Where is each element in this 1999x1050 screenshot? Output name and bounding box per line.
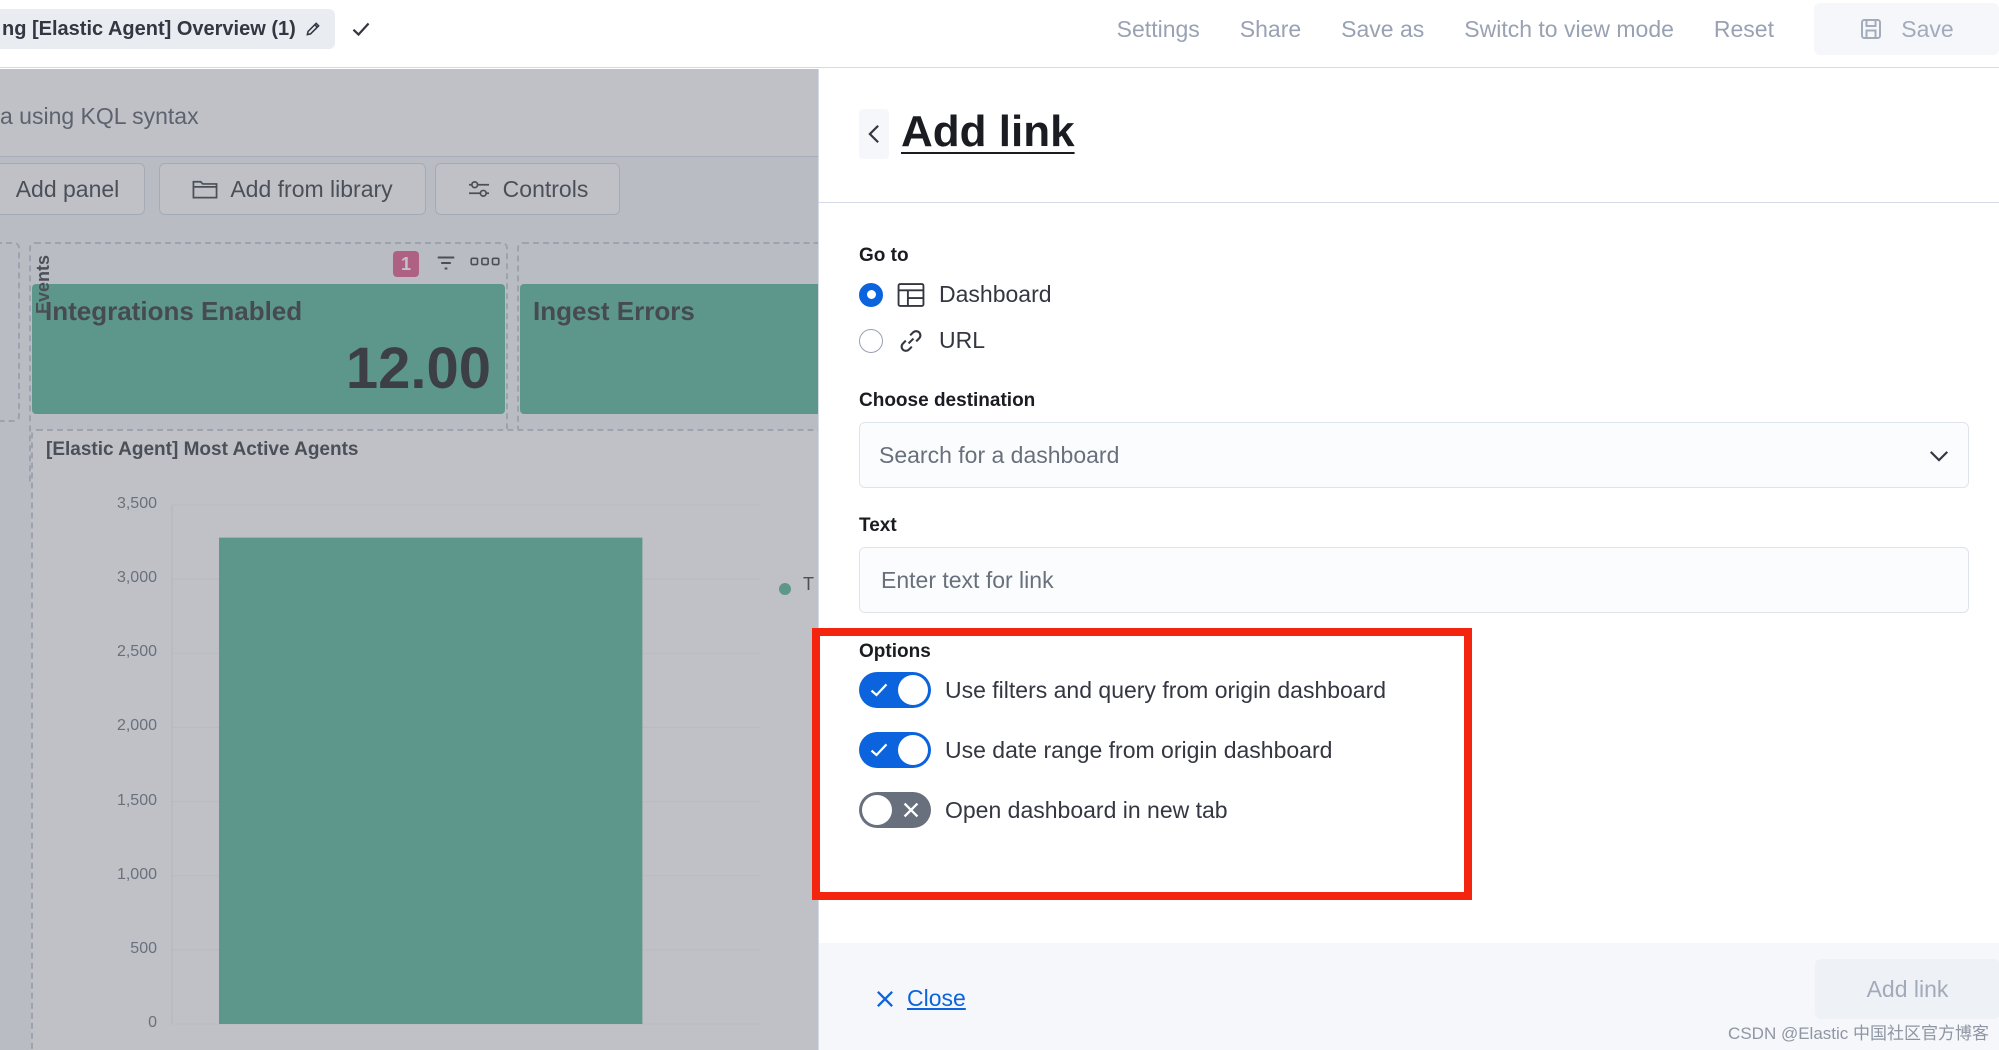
radio-label: Dashboard	[939, 281, 1052, 307]
top-nav-bar: ng [Elastic Agent] Overview (1) Settings…	[0, 0, 1999, 68]
save-button[interactable]: Save	[1814, 3, 1999, 55]
options-label: Options	[859, 641, 931, 662]
link-icon	[900, 329, 922, 352]
save-as-link[interactable]: Save as	[1341, 16, 1424, 43]
watermark: CSDN @Elastic 中国社区官方博客	[1728, 1024, 1989, 1043]
flyout-title: Add link	[901, 107, 1075, 156]
check-icon	[870, 683, 888, 697]
toggle-use-filters[interactable]: Use filters and query from origin dashbo…	[859, 672, 1386, 708]
toggle-open-new-tab[interactable]: Open dashboard in new tab	[859, 792, 1228, 828]
switch-off[interactable]	[859, 792, 931, 828]
legend-label: T	[803, 574, 814, 594]
radio-url[interactable]: URL	[859, 327, 985, 354]
switch-knob	[898, 675, 928, 705]
add-link-flyout: Add link Go to Dashboard URL Choose dest…	[818, 69, 1999, 1050]
radio-label: URL	[939, 327, 986, 353]
dashboard-title: ng [Elastic Agent] Overview (1)	[2, 17, 296, 40]
switch-on[interactable]	[859, 672, 931, 708]
dashboard-title-pill[interactable]: ng [Elastic Agent] Overview (1)	[0, 9, 335, 49]
bar[interactable]	[219, 537, 643, 1024]
save-icon	[1861, 19, 1882, 39]
back-button[interactable]	[859, 109, 889, 159]
toggle-label: Open dashboard in new tab	[945, 796, 1228, 823]
link-text-field[interactable]	[859, 547, 1969, 613]
add-link-button[interactable]: Add link	[1815, 959, 1999, 1019]
chevron-down-icon[interactable]	[1928, 445, 1950, 467]
toggle-label: Use filters and query from origin dashbo…	[945, 676, 1387, 703]
close-button[interactable]: Close	[875, 985, 966, 1012]
switch-knob	[862, 795, 892, 825]
legend-swatch	[779, 583, 791, 595]
flyout-header: Add link	[819, 69, 1999, 203]
close-label: Close	[907, 985, 966, 1011]
go-to-label: Go to	[859, 245, 909, 266]
choose-destination-label: Choose destination	[859, 390, 1036, 411]
toggle-use-date-range[interactable]: Use date range from origin dashboard	[859, 732, 1332, 768]
save-button-label: Save	[1901, 15, 1954, 42]
radio-dashboard[interactable]: Dashboard	[859, 281, 1052, 308]
add-link-label: Add link	[1866, 975, 1949, 1002]
share-link[interactable]: Share	[1240, 16, 1301, 43]
text-label: Text	[859, 515, 897, 536]
chart-plot	[171, 504, 760, 1025]
close-icon	[877, 990, 893, 1007]
chevron-left-icon	[868, 124, 879, 144]
settings-link[interactable]: Settings	[1117, 16, 1200, 43]
radio-button[interactable]	[859, 282, 883, 307]
radio-button[interactable]	[859, 328, 883, 353]
cross-icon	[903, 802, 919, 818]
toggle-label: Use date range from origin dashboard	[945, 736, 1333, 763]
destination-combobox[interactable]: Search for a dashboard	[859, 422, 1969, 488]
switch-on[interactable]	[859, 732, 931, 768]
pencil-icon[interactable]	[304, 20, 322, 38]
destination-placeholder: Search for a dashboard	[879, 441, 1120, 468]
top-actions: Settings Share Save as Switch to view mo…	[1117, 0, 1999, 58]
switch-to-view-mode-link[interactable]: Switch to view mode	[1464, 16, 1674, 43]
dashboard-icon	[897, 282, 925, 307]
dashboard-canvas: a using KQL syntax Add panel Add from li…	[0, 69, 818, 1050]
check-icon[interactable]	[350, 18, 372, 40]
check-icon	[870, 743, 888, 757]
switch-knob	[898, 735, 928, 765]
reset-link[interactable]: Reset	[1714, 16, 1774, 43]
link-text-input[interactable]	[879, 565, 1968, 595]
